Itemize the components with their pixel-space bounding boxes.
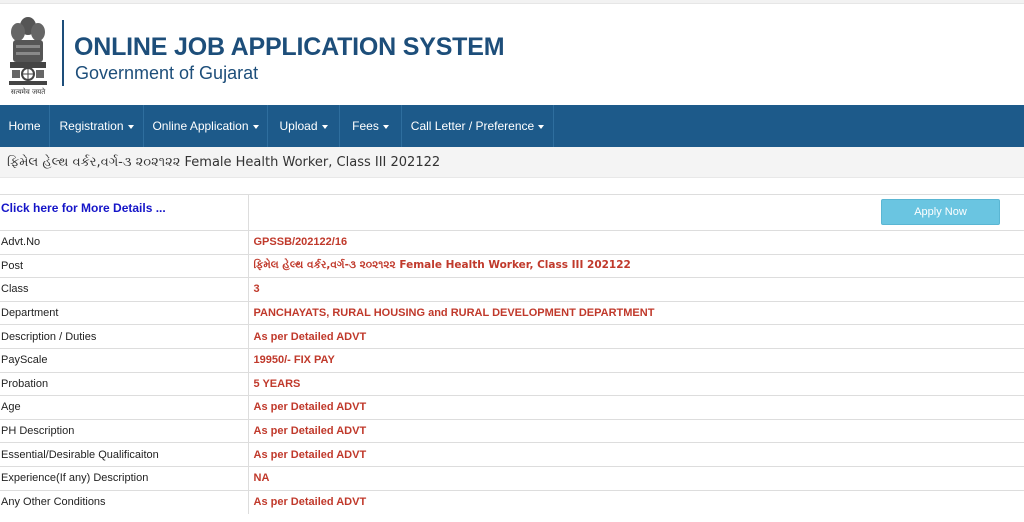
row-label: Essential/Desirable Qualificaiton bbox=[0, 442, 249, 467]
row-label: Probation bbox=[0, 371, 249, 396]
state-emblem-icon bbox=[9, 17, 47, 85]
chevron-down-icon bbox=[127, 124, 134, 129]
table-row: Click here for More Details ... bbox=[0, 194, 1024, 231]
nav-home[interactable]: Home bbox=[0, 105, 50, 147]
table-row: Probation 5 YEARS bbox=[0, 371, 1024, 396]
table-row: PH Description As per Detailed ADVT bbox=[0, 418, 1024, 443]
table-row: Any Other Conditions As per Detailed ADV… bbox=[0, 489, 1024, 514]
row-value: ફિમેલ હેલ્થ વર્કર,વર્ગ-૩ ૨૦૨૧૨૨ Female H… bbox=[248, 253, 1024, 278]
row-value: NA bbox=[248, 465, 1024, 491]
table-row: Department PANCHAYATS, RURAL HOUSING and… bbox=[0, 300, 1024, 325]
table-row: Class 3 bbox=[0, 277, 1024, 302]
chevron-down-icon bbox=[538, 124, 545, 129]
row-value: PANCHAYATS, RURAL HOUSING and RURAL DEVE… bbox=[248, 300, 1024, 325]
table-row: PayScale 19950/- FIX PAY bbox=[0, 347, 1024, 373]
main-navbar: Home Registration Online Application Upl… bbox=[0, 105, 1024, 147]
nav-registration-label: Registration bbox=[59, 119, 124, 133]
nav-fees-label: Fees bbox=[352, 119, 379, 133]
site-subtitle: Government of Gujarat bbox=[75, 63, 259, 83]
site-header: सत्यमेव जयते ONLINE JOB APPLICATION SYST… bbox=[0, 4, 1024, 105]
table-row: Age As per Detailed ADVT bbox=[0, 395, 1024, 420]
nav-upload[interactable]: Upload bbox=[268, 105, 340, 147]
chevron-down-icon bbox=[321, 124, 328, 129]
row-label: Post bbox=[0, 253, 249, 278]
row-label: Department bbox=[0, 300, 249, 325]
row-label: Experience(If any) Description bbox=[0, 465, 249, 491]
chevron-down-icon bbox=[252, 124, 259, 129]
table-row: Essential/Desirable Qualificaiton As per… bbox=[0, 442, 1024, 467]
post-title: ફિમેલ હેલ્થ વર્કર,વર્ગ-૩ ૨૦૨૧૨૨ Female H… bbox=[7, 155, 441, 170]
row-value: As per Detailed ADVT bbox=[248, 418, 1024, 443]
row-value: As per Detailed ADVT bbox=[248, 442, 1024, 467]
table-row: Experience(If any) Description NA bbox=[0, 465, 1024, 491]
nav-home-label: Home bbox=[8, 119, 41, 133]
nav-call-letter[interactable]: Call Letter / Preference bbox=[402, 105, 554, 147]
emblem-motto: सत्यमेव जयते bbox=[10, 88, 46, 96]
row-value: 19950/- FIX PAY bbox=[248, 347, 1024, 373]
row-value: As per Detailed ADVT bbox=[248, 395, 1024, 420]
row-label: Any Other Conditions bbox=[0, 489, 249, 514]
header-divider bbox=[62, 20, 64, 86]
row-label: Description / Duties bbox=[0, 324, 249, 349]
row-label: Advt.No bbox=[0, 230, 249, 255]
nav-registration[interactable]: Registration bbox=[50, 105, 144, 147]
row-label: Age bbox=[0, 395, 249, 420]
post-title-banner: ફિમેલ હેલ્થ વર્કર,વર્ગ-૩ ૨૦૨૧૨૨ Female H… bbox=[0, 147, 1024, 178]
nav-call-letter-label: Call Letter / Preference bbox=[410, 119, 535, 133]
row-value: GPSSB/202122/16 bbox=[248, 230, 1024, 255]
table-row: Post ફિમેલ હેલ્થ વર્કર,વર્ગ-૩ ૨૦૨૧૨૨ Fem… bbox=[0, 253, 1024, 278]
advertisement-details-table: Click here for More Details ... Advt.No … bbox=[0, 194, 1024, 514]
table-row: Advt.No GPSSB/202122/16 bbox=[0, 230, 1024, 255]
row-value: 3 bbox=[248, 277, 1024, 302]
more-details-link[interactable]: Click here for More Details ... bbox=[0, 194, 249, 231]
row-label: Class bbox=[0, 277, 249, 302]
nav-fees[interactable]: Fees bbox=[340, 105, 402, 147]
chevron-down-icon bbox=[382, 124, 389, 129]
row-value: 5 YEARS bbox=[248, 371, 1024, 396]
nav-upload-label: Upload bbox=[279, 119, 318, 133]
apply-now-button[interactable]: Apply Now bbox=[881, 199, 1000, 225]
nav-online-application[interactable]: Online Application bbox=[144, 105, 268, 147]
row-label: PayScale bbox=[0, 347, 249, 373]
row-label: PH Description bbox=[0, 418, 249, 443]
nav-online-application-label: Online Application bbox=[152, 119, 249, 133]
row-value: As per Detailed ADVT bbox=[248, 489, 1024, 514]
site-title: ONLINE JOB APPLICATION SYSTEM bbox=[74, 33, 505, 61]
row-value: As per Detailed ADVT bbox=[248, 324, 1024, 349]
table-row: Description / Duties As per Detailed ADV… bbox=[0, 324, 1024, 349]
